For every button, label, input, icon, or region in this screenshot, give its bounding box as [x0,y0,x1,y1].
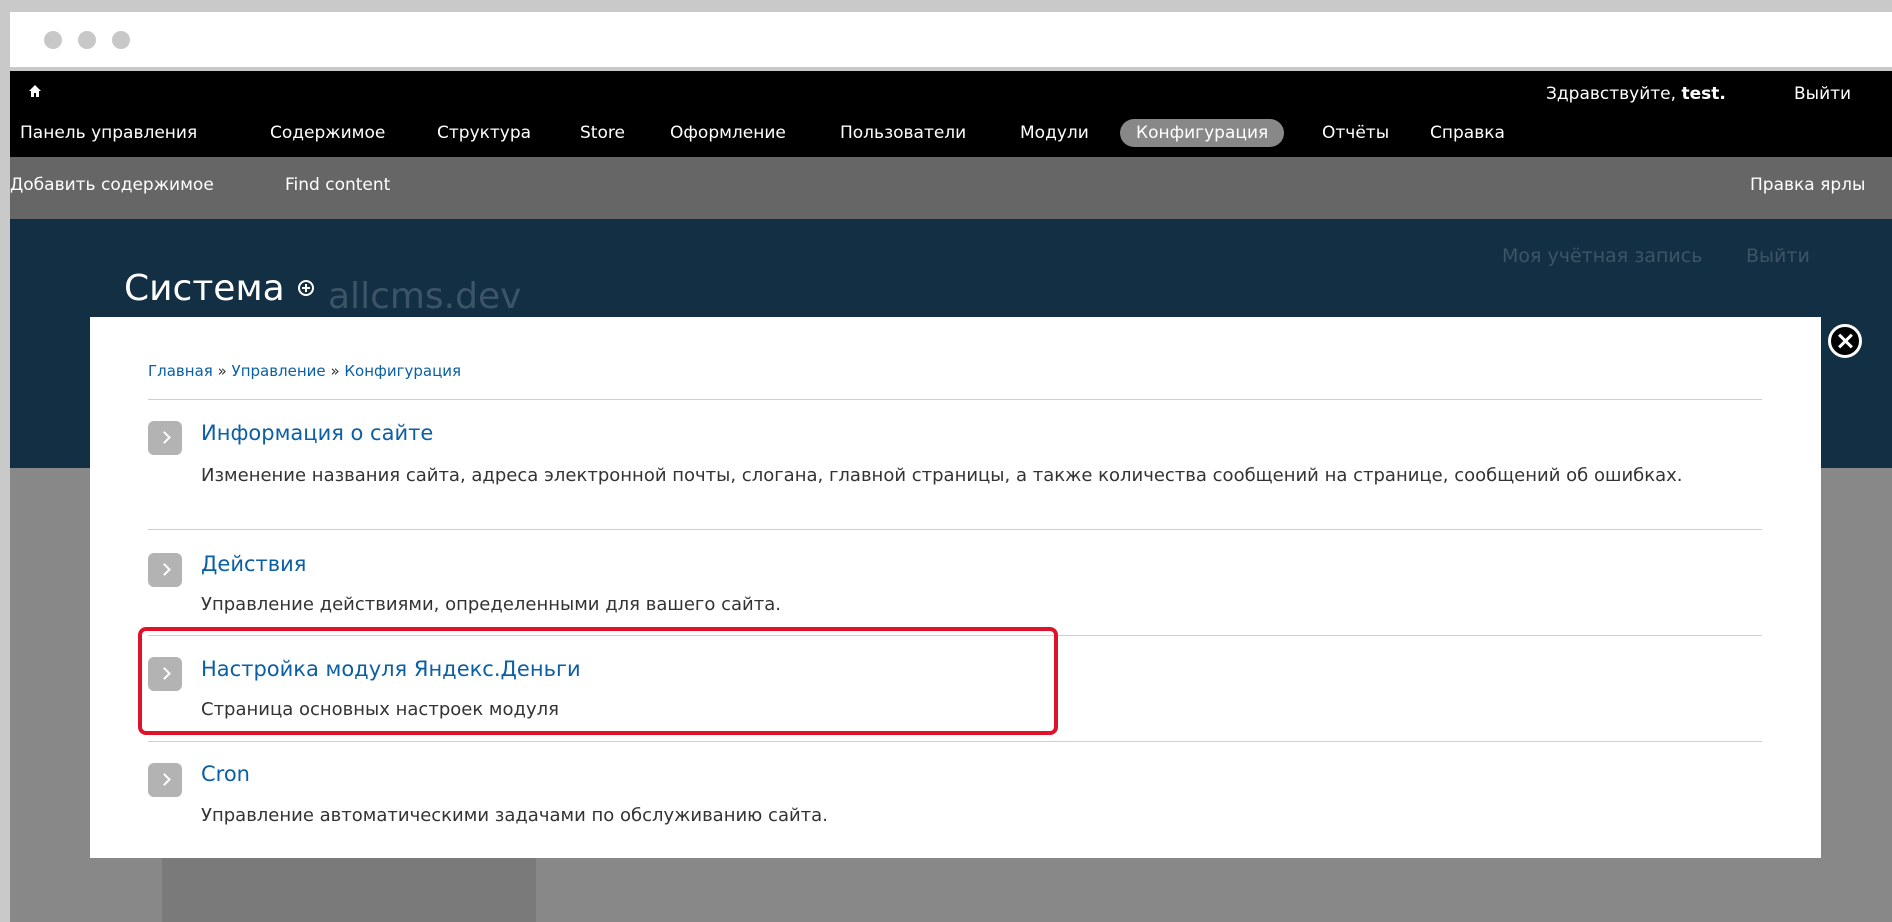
menu-item-help[interactable]: Справка [1430,119,1505,147]
menu-item-store[interactable]: Store [580,119,625,147]
minimize-dot-icon[interactable] [78,31,96,49]
greeting-username[interactable]: test. [1681,84,1725,104]
shortcuts-bar: Добавить содержимое Find content Правка … [10,157,1892,219]
highlight-box [138,627,1058,735]
breadcrumb-separator: » [330,362,340,380]
menu-item-people[interactable]: Пользователи [840,119,966,147]
menu-item-structure[interactable]: Структура [437,119,531,147]
breadcrumb-separator: » [217,362,227,380]
menu-item-configuration[interactable]: Конфигурация [1120,119,1285,147]
browser-frame: Здравствуйте, test. Выйти Панель управле… [0,0,1892,922]
item-desc-site-info: Изменение названия сайта, адреса электро… [201,465,1683,486]
chevron-right-icon[interactable] [148,763,182,797]
item-desc-cron: Управление автоматическими задачами по о… [201,805,828,826]
breadcrumb-admin[interactable]: Управление [232,362,326,380]
menu-item-appearance[interactable]: Оформление [670,119,786,147]
admin-toolbar: Здравствуйте, test. Выйти Панель управле… [10,71,1892,157]
shortcut-find-content[interactable]: Find content [285,175,390,195]
frame-border [0,0,1892,12]
window-titlebar [10,12,1892,71]
underlying-content-block [162,858,536,922]
close-dot-icon[interactable] [44,31,62,49]
breadcrumb: Главная » Управление » Конфигурация [148,362,461,380]
divider [148,399,1762,400]
maximize-dot-icon[interactable] [112,31,130,49]
breadcrumb-home[interactable]: Главная [148,362,213,380]
shortcut-add-content[interactable]: Добавить содержимое [10,175,214,195]
chevron-right-icon[interactable] [148,421,182,455]
edit-shortcuts-link[interactable]: Правка ярлы [1750,175,1865,195]
item-title-site-info[interactable]: Информация о сайте [201,421,433,445]
menu-item-reports[interactable]: Отчёты [1322,119,1389,147]
my-account-link[interactable]: Моя учётная запись [1502,245,1702,267]
add-shortcut-icon[interactable] [298,280,314,296]
frame-border-left [0,0,10,922]
menu-item-content[interactable]: Содержимое [270,119,385,147]
chevron-right-icon[interactable] [148,553,182,587]
close-icon[interactable] [1828,324,1862,358]
greeting: Здравствуйте, test. [1546,84,1726,104]
watermark: allcms.dev [328,276,522,317]
page-title: Система [124,268,285,309]
breadcrumb-config[interactable]: Конфигурация [344,362,461,380]
item-desc-actions: Управление действиями, определенными для… [201,594,781,615]
divider [148,529,1762,530]
menu-item-dashboard[interactable]: Панель управления [20,119,197,147]
menu-item-modules[interactable]: Модули [1020,119,1089,147]
item-title-actions[interactable]: Действия [201,552,306,576]
item-title-cron[interactable]: Cron [201,762,250,786]
home-icon[interactable] [28,84,42,98]
greeting-text: Здравствуйте, [1546,84,1682,104]
divider [148,741,1762,742]
overlay-logout-link[interactable]: Выйти [1746,245,1810,267]
logout-link[interactable]: Выйти [1794,84,1851,104]
